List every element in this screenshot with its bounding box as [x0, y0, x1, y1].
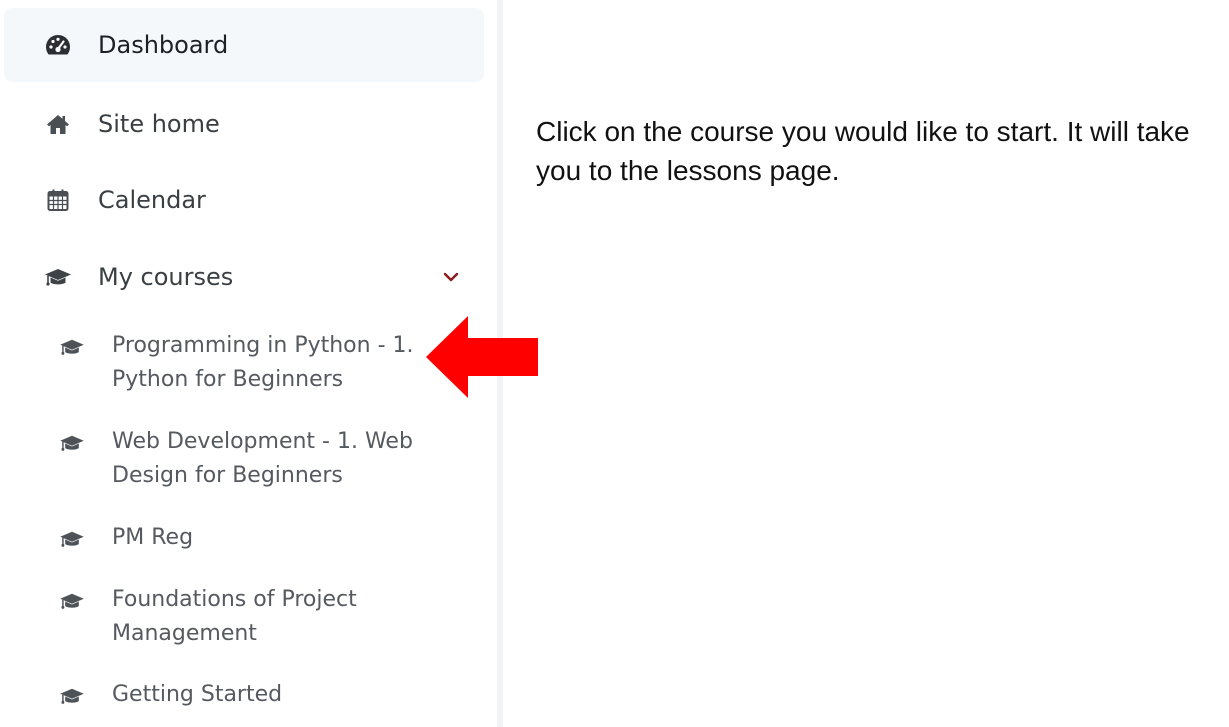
course-item-python[interactable]: Programming in Python - 1. Python for Be…	[4, 329, 484, 401]
sidebar-nav: Dashboard Site home Calendar My courses …	[0, 0, 497, 727]
calendar-icon	[44, 186, 72, 214]
sidebar-item-calendar[interactable]: Calendar	[4, 163, 484, 237]
course-label: PM Reg	[112, 525, 194, 550]
graduation-cap-icon	[44, 263, 72, 291]
chevron-down-icon[interactable]	[440, 266, 462, 288]
sidebar-item-dashboard[interactable]: Dashboard	[4, 8, 484, 82]
course-label: Programming in Python - 1. Python for Be…	[112, 333, 414, 392]
course-label: Web Development - 1. Web Design for Begi…	[112, 429, 413, 488]
course-item-web-development[interactable]: Web Development - 1. Web Design for Begi…	[4, 425, 484, 497]
course-item-project-management[interactable]: Foundations of Project Management	[4, 583, 484, 655]
graduation-cap-icon	[58, 333, 86, 361]
sidebar-item-my-courses[interactable]: My courses	[4, 240, 484, 314]
instruction-text: Click on the course you would like to st…	[536, 116, 1190, 186]
red-arrow-icon	[426, 316, 538, 398]
sidebar-item-label: My courses	[98, 263, 234, 291]
sidebar-item-label: Site home	[98, 110, 220, 138]
sidebar-item-label: Calendar	[98, 186, 206, 214]
course-label: Foundations of Project Management	[112, 587, 357, 646]
tachometer-icon	[44, 31, 72, 59]
graduation-cap-icon	[58, 587, 86, 615]
sidebar-item-site-home[interactable]: Site home	[4, 87, 484, 161]
sidebar-item-label: Dashboard	[98, 31, 229, 59]
graduation-cap-icon	[58, 525, 86, 553]
graduation-cap-icon	[58, 429, 86, 457]
course-item-pm-reg[interactable]: PM Reg	[4, 521, 484, 557]
graduation-cap-icon	[58, 682, 86, 710]
course-label: Getting Started	[112, 682, 283, 707]
course-item-getting-started[interactable]: Getting Started	[4, 678, 484, 714]
home-icon	[44, 110, 72, 138]
